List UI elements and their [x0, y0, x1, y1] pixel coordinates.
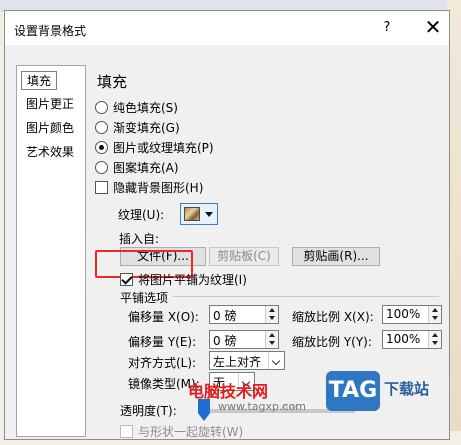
radio-gradient-fill[interactable] — [95, 120, 108, 134]
close-button[interactable]: ✕ — [423, 17, 443, 37]
arrow-up-icon — [432, 333, 438, 337]
scale-y-label: 缩放比例 Y(Y): — [292, 335, 372, 349]
dropdown-arrow-icon — [205, 212, 213, 217]
scale-y-stepper[interactable]: 100% — [382, 330, 442, 349]
checkbox-hide-background-graphics[interactable] — [95, 180, 108, 194]
clipboard-button[interactable]: 剪贴板(C) — [209, 247, 279, 266]
arrow-down-icon — [432, 341, 438, 345]
hide-background-graphics-option[interactable]: 隐藏背景图形(H) — [95, 179, 203, 195]
alignment-value: 左上对齐 — [213, 355, 262, 369]
rotate-with-shape-label: 与形状一起旋转(W) — [138, 424, 244, 439]
texture-label: 纹理(U): — [118, 208, 165, 222]
gradient-fill-option[interactable]: 渐变填充(G) — [95, 119, 180, 135]
chevron-down-icon — [268, 352, 284, 369]
offset-x-stepper[interactable]: 0 磅 — [209, 305, 279, 324]
radio-solid-fill[interactable] — [95, 100, 108, 114]
tiling-options-title: 平铺选项 — [120, 291, 169, 305]
clipart-button[interactable]: 剪贴画(R)... — [292, 247, 380, 266]
arrow-up-icon — [269, 333, 275, 337]
watermark-text: 电脑技术网 — [188, 382, 269, 401]
scale-x-spin-arrows[interactable] — [428, 306, 441, 323]
watermark-url: www.tagxp.com — [218, 400, 306, 413]
sidebar-item-fill[interactable]: 填充 — [21, 71, 58, 90]
hide-background-graphics-label: 隐藏背景图形(H) — [113, 180, 204, 195]
sidebar-item-picture-color[interactable]: 图片颜色 — [21, 119, 79, 138]
offset-y-spin-arrows[interactable] — [265, 331, 278, 348]
panel-heading: 填充 — [97, 73, 128, 91]
offset-x-label: 偏移量 X(O): — [128, 310, 199, 324]
arrow-down-icon — [269, 341, 275, 345]
offset-y-label: 偏移量 Y(E): — [128, 335, 197, 349]
watermark-tag-logo: TAG — [326, 371, 380, 411]
tile-picture-label: 将图片平铺为纹理(I) — [138, 272, 247, 287]
dialog-title: 设置背景格式 — [14, 24, 87, 38]
radio-picture-texture-fill[interactable] — [95, 140, 108, 154]
offset-y-stepper[interactable]: 0 磅 — [209, 330, 279, 349]
rotate-with-shape-option[interactable]: 与形状一起旋转(W) — [120, 423, 243, 439]
solid-fill-label: 纯色填充(S) — [113, 100, 178, 115]
pattern-fill-label: 图案填充(A) — [113, 160, 179, 175]
alignment-label: 对齐方式(L): — [128, 356, 197, 370]
checkbox-rotate-with-shape[interactable] — [120, 424, 133, 438]
texture-swatch-icon — [184, 207, 200, 221]
picture-texture-fill-option[interactable]: 图片或纹理填充(P) — [95, 139, 214, 155]
texture-dropdown[interactable] — [180, 203, 218, 225]
transparency-label: 透明度(T): — [120, 404, 177, 418]
checkbox-tile-picture[interactable] — [120, 272, 133, 286]
arrow-up-icon — [432, 308, 438, 312]
sidebar-item-artistic-effects[interactable]: 艺术效果 — [21, 143, 79, 162]
alignment-select[interactable]: 左上对齐 — [209, 351, 285, 370]
arrow-up-icon — [269, 308, 275, 312]
section-divider — [173, 296, 439, 297]
pattern-fill-option[interactable]: 图案填充(A) — [95, 159, 179, 175]
watermark-site: 下载站 — [384, 380, 430, 398]
scale-x-label: 缩放比例 X(X): — [292, 310, 374, 324]
arrow-down-icon — [432, 316, 438, 320]
help-button[interactable]: ? — [379, 20, 395, 38]
scale-y-value: 100% — [386, 332, 421, 346]
gradient-fill-label: 渐变填充(G) — [113, 120, 180, 135]
title-bar: 设置背景格式 ? ✕ — [5, 11, 449, 45]
tile-picture-option[interactable]: 将图片平铺为纹理(I) — [120, 271, 247, 287]
offset-x-value: 0 磅 — [213, 309, 237, 323]
scale-x-stepper[interactable]: 100% — [382, 305, 442, 324]
format-background-dialog: 设置背景格式 ? ✕ 填充 图片更正 图片颜色 艺术效果 填充 纯色填充(S) … — [4, 10, 450, 440]
scale-x-value: 100% — [386, 307, 421, 321]
radio-pattern-fill[interactable] — [95, 160, 108, 174]
sidebar-item-picture-corrections[interactable]: 图片更正 — [21, 95, 79, 114]
transparency-slider-thumb[interactable] — [198, 399, 210, 421]
insert-from-label: 插入自: — [119, 232, 160, 246]
offset-x-spin-arrows[interactable] — [265, 306, 278, 323]
offset-y-value: 0 磅 — [213, 334, 237, 348]
solid-fill-option[interactable]: 纯色填充(S) — [95, 99, 178, 115]
picture-texture-fill-label: 图片或纹理填充(P) — [113, 140, 214, 155]
scale-y-spin-arrows[interactable] — [428, 331, 441, 348]
category-sidebar: 填充 图片更正 图片颜色 艺术效果 — [16, 65, 86, 437]
arrow-down-icon — [269, 316, 275, 320]
